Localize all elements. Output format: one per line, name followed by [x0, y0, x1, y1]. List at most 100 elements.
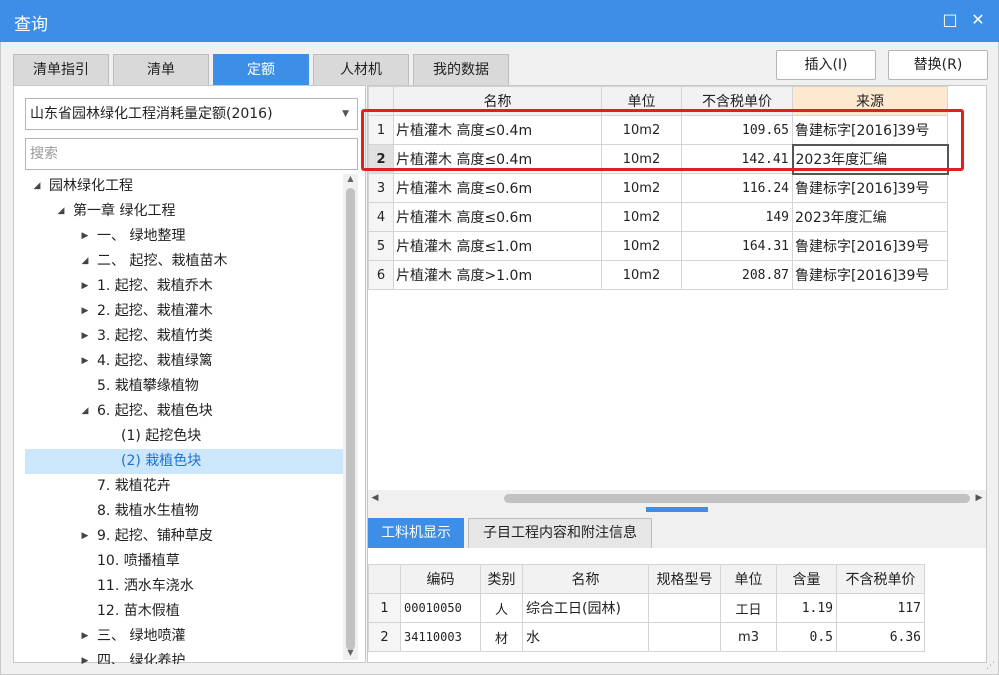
- tree-node[interactable]: 12. 苗木假植: [25, 599, 343, 624]
- quota-unit[interactable]: 10m2: [601, 173, 682, 203]
- expand-arrow-icon[interactable]: ▶: [79, 624, 91, 649]
- row-number[interactable]: 5: [368, 231, 394, 261]
- quota-row[interactable]: 2 片植灌木 高度≤0.4m 10m2 142.41 2023年度汇编: [368, 143, 949, 175]
- material-code[interactable]: 34110003: [400, 622, 481, 652]
- quota-name[interactable]: 片植灌木 高度≤0.6m: [393, 173, 602, 203]
- mheader-unit[interactable]: 单位: [720, 564, 777, 594]
- tab-material-display[interactable]: 工料机显示: [368, 518, 464, 548]
- splitter-grip[interactable]: [646, 507, 708, 512]
- mheader-price[interactable]: 不含税单价: [836, 564, 925, 594]
- material-row[interactable]: 1 00010050 人综合工日(园林) 工日 1.19 117: [368, 593, 925, 623]
- tree-node[interactable]: (1) 起挖色块: [25, 424, 343, 449]
- tab-bill-guide[interactable]: 清单指引: [13, 54, 109, 85]
- tree-node[interactable]: 8. 栽植水生植物: [25, 499, 343, 524]
- quota-row[interactable]: 3 片植灌木 高度≤0.6m 10m2 116.24 鲁建标字[2016]39号: [368, 173, 948, 203]
- quota-row[interactable]: 1 片植灌木 高度≤0.4m 10m2 109.65 鲁建标字[2016]39号: [368, 115, 948, 145]
- expand-arrow-icon[interactable]: ▶: [79, 324, 91, 349]
- scroll-left-icon[interactable]: ◀: [368, 490, 382, 507]
- expand-arrow-icon[interactable]: ▶: [79, 274, 91, 299]
- quota-source[interactable]: 2023年度汇编: [791, 143, 949, 175]
- quota-unit[interactable]: 10m2: [601, 202, 682, 232]
- quota-price[interactable]: 109.65: [681, 115, 793, 145]
- material-spec[interactable]: [648, 593, 721, 623]
- material-qty[interactable]: 0.5: [776, 622, 837, 652]
- quota-source[interactable]: 鲁建标字[2016]39号: [792, 260, 948, 290]
- row-number[interactable]: 1: [368, 593, 401, 623]
- expand-arrow-icon[interactable]: ▶: [79, 299, 91, 324]
- tree-node[interactable]: 11. 洒水车浇水: [25, 574, 343, 599]
- material-price[interactable]: 117: [836, 593, 925, 623]
- quota-row[interactable]: 6 片植灌木 高度>1.0m 10m2 208.87 鲁建标字[2016]39号: [368, 260, 948, 290]
- header-source[interactable]: 来源: [792, 86, 948, 116]
- scroll-down-icon[interactable]: ▼: [343, 648, 358, 660]
- material-spec[interactable]: [648, 622, 721, 652]
- scroll-up-icon[interactable]: ▲: [343, 174, 358, 186]
- row-number[interactable]: 3: [368, 173, 394, 203]
- quota-source[interactable]: 鲁建标字[2016]39号: [792, 231, 948, 261]
- tree-node[interactable]: ▶ 一、 绿地整理: [25, 224, 343, 249]
- quota-row[interactable]: 5 片植灌木 高度≤1.0m 10m2 164.31 鲁建标字[2016]39号: [368, 231, 948, 261]
- tree-node[interactable]: (2) 栽植色块: [25, 449, 343, 474]
- quota-name[interactable]: 片植灌木 高度≤1.0m: [393, 231, 602, 261]
- quota-source[interactable]: 鲁建标字[2016]39号: [792, 115, 948, 145]
- search-input[interactable]: 搜索: [25, 138, 358, 170]
- material-type[interactable]: 材: [480, 622, 523, 652]
- quota-name[interactable]: 片植灌木 高度≤0.4m: [393, 115, 602, 145]
- quota-source[interactable]: 鲁建标字[2016]39号: [792, 173, 948, 203]
- row-number[interactable]: 1: [368, 115, 394, 145]
- tree-node[interactable]: 5. 栽植攀缘植物: [25, 374, 343, 399]
- mheader-code[interactable]: 编码: [400, 564, 481, 594]
- quota-hscrollbar[interactable]: ◀ ▶: [368, 490, 986, 507]
- collapse-arrow-icon[interactable]: ◢: [79, 249, 91, 274]
- tab-my-data[interactable]: 我的数据: [413, 54, 509, 85]
- quota-price[interactable]: 142.41: [681, 144, 793, 174]
- hscroll-thumb[interactable]: [504, 494, 970, 503]
- collapse-arrow-icon[interactable]: ◢: [31, 174, 43, 199]
- tab-quota[interactable]: 定额: [213, 54, 309, 85]
- expand-arrow-icon[interactable]: ▶: [79, 649, 91, 664]
- tree-node[interactable]: ◢ 6. 起挖、栽植色块: [25, 399, 343, 424]
- expand-arrow-icon[interactable]: ▶: [79, 524, 91, 549]
- tree-node[interactable]: ▶ 四、 绿化养护: [25, 649, 343, 664]
- scroll-right-icon[interactable]: ▶: [972, 490, 986, 507]
- material-unit[interactable]: 工日: [720, 593, 777, 623]
- quota-price[interactable]: 149: [681, 202, 793, 232]
- tree-node[interactable]: ▶ 3. 起挖、栽植竹类: [25, 324, 343, 349]
- row-number[interactable]: 2: [368, 144, 394, 174]
- library-select[interactable]: 山东省园林绿化工程消耗量定额(2016) ▼: [25, 98, 358, 130]
- tree-node[interactable]: ▶ 1. 起挖、栽植乔木: [25, 274, 343, 299]
- quota-name[interactable]: 片植灌木 高度≤0.6m: [393, 202, 602, 232]
- close-icon[interactable]: ✕: [967, 9, 989, 31]
- header-name[interactable]: 名称: [393, 86, 602, 116]
- quota-price[interactable]: 116.24: [681, 173, 793, 203]
- expand-arrow-icon[interactable]: ▶: [79, 224, 91, 249]
- mheader-type[interactable]: 类别: [480, 564, 523, 594]
- tab-work-content-notes[interactable]: 子目工程内容和附注信息: [468, 518, 652, 548]
- material-name[interactable]: 水: [522, 622, 649, 652]
- quota-unit[interactable]: 10m2: [601, 260, 682, 290]
- resize-grip-icon[interactable]: ⋰: [986, 661, 995, 671]
- tree-node[interactable]: ▶ 三、 绿地喷灌: [25, 624, 343, 649]
- tree-node[interactable]: ◢ 第一章 绿化工程: [25, 199, 343, 224]
- header-price[interactable]: 不含税单价: [681, 86, 793, 116]
- scroll-thumb[interactable]: [346, 188, 355, 650]
- row-number[interactable]: 4: [368, 202, 394, 232]
- restore-icon[interactable]: □: [939, 9, 961, 31]
- collapse-arrow-icon[interactable]: ◢: [79, 399, 91, 424]
- tab-labor-material-machine[interactable]: 人材机: [313, 54, 409, 85]
- quota-unit[interactable]: 10m2: [601, 144, 682, 174]
- quota-unit[interactable]: 10m2: [601, 115, 682, 145]
- tab-bill[interactable]: 清单: [113, 54, 209, 85]
- collapse-arrow-icon[interactable]: ◢: [55, 199, 67, 224]
- tree-node[interactable]: 10. 喷播植草: [25, 549, 343, 574]
- row-number[interactable]: 2: [368, 622, 401, 652]
- tree-node[interactable]: 7. 栽植花卉: [25, 474, 343, 499]
- mheader-qty[interactable]: 含量: [776, 564, 837, 594]
- quota-name[interactable]: 片植灌木 高度>1.0m: [393, 260, 602, 290]
- quota-source[interactable]: 2023年度汇编: [792, 202, 948, 232]
- insert-button[interactable]: 插入(I): [776, 50, 876, 80]
- tree-node[interactable]: ◢ 园林绿化工程: [25, 174, 343, 199]
- tree-node[interactable]: ▶ 4. 起挖、栽植绿篱: [25, 349, 343, 374]
- quota-row[interactable]: 4 片植灌木 高度≤0.6m 10m2 149 2023年度汇编: [368, 202, 948, 232]
- tree-node[interactable]: ◢ 二、 起挖、栽植苗木: [25, 249, 343, 274]
